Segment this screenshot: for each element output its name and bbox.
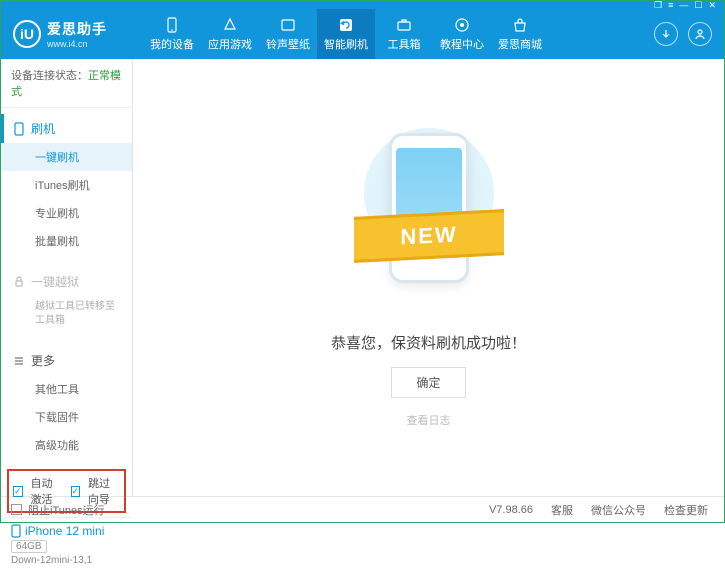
store-icon [511, 16, 529, 34]
jailbreak-note: 越狱工具已转移至 工具箱 [1, 296, 132, 334]
nav-store[interactable]: 爱思商城 [491, 9, 549, 59]
skip-guide-checkbox[interactable]: ✓ [71, 486, 81, 497]
sidebar-item-advanced[interactable]: 高级功能 [1, 431, 132, 459]
ok-button[interactable]: 确定 [391, 367, 465, 398]
maximize-icon[interactable]: ☐ [694, 0, 702, 11]
main-nav: 我的设备 应用游戏 铃声壁纸 智能刷机 工具箱 教程中心 爱思商城 [143, 9, 654, 59]
nav-ringtones[interactable]: 铃声壁纸 [259, 9, 317, 59]
minimize-icon[interactable]: — [679, 0, 688, 10]
logo: iU 爱思助手 www.i4.cn [13, 19, 143, 49]
sidebar-item-other-tools[interactable]: 其他工具 [1, 375, 132, 403]
header: iU 爱思助手 www.i4.cn 我的设备 应用游戏 铃声壁纸 智能刷机 工具… [1, 9, 724, 59]
new-badge: NEW [354, 209, 504, 263]
check-update-link[interactable]: 检查更新 [658, 502, 714, 518]
connection-status: 设备连接状态：正常模式 [1, 59, 132, 108]
nav-toolbox[interactable]: 工具箱 [375, 9, 433, 59]
sidebar-item-download-firmware[interactable]: 下载固件 [1, 403, 132, 431]
main-content: NEW 恭喜您，保资料刷机成功啦！ 确定 查看日志 [133, 59, 724, 496]
sidebar-item-itunes-flash[interactable]: iTunes刷机 [1, 171, 132, 199]
sidebar-head-more[interactable]: 更多 [1, 346, 132, 375]
close-icon[interactable]: ✕ [708, 0, 716, 11]
apps-icon [221, 16, 239, 34]
app-title: 爱思助手 [47, 19, 107, 39]
device-firmware: Down-12mini-13,1 [11, 555, 122, 566]
sidebar-item-oneclick-flash[interactable]: 一键刷机 [1, 143, 132, 171]
success-message: 恭喜您，保资料刷机成功啦！ [331, 332, 526, 353]
sidebar-item-batch-flash[interactable]: 批量刷机 [1, 227, 132, 255]
sidebar-head-flash[interactable]: 刷机 [1, 114, 132, 143]
toolbox-icon [395, 16, 413, 34]
auto-activate-checkbox[interactable]: ✓ [13, 486, 23, 497]
lock-icon [13, 276, 25, 288]
nav-apps[interactable]: 应用游戏 [201, 9, 259, 59]
menu-icon [13, 355, 25, 367]
device-name-label: iPhone 12 mini [25, 524, 104, 538]
phone-icon [13, 122, 25, 136]
success-illustration: NEW [354, 128, 504, 318]
sidebar: 设备连接状态：正常模式 刷机 一键刷机 iTunes刷机 专业刷机 批量刷机 一… [1, 59, 133, 496]
window-titlebar: ❐ ≡ — ☐ ✕ [1, 1, 724, 9]
sidebar-item-pro-flash[interactable]: 专业刷机 [1, 199, 132, 227]
wechat-link[interactable]: 微信公众号 [585, 502, 652, 518]
tutorial-icon [453, 16, 471, 34]
phone-icon [11, 524, 21, 538]
download-button[interactable] [654, 22, 678, 46]
device-capacity: 64GB [11, 540, 47, 553]
logo-icon: iU [13, 20, 41, 48]
app-url: www.i4.cn [47, 39, 107, 49]
flash-icon [337, 16, 355, 34]
nav-flash[interactable]: 智能刷机 [317, 9, 375, 59]
phone-icon [163, 16, 181, 34]
block-itunes-checkbox[interactable] [11, 504, 22, 515]
nav-my-device[interactable]: 我的设备 [143, 9, 201, 59]
wallpaper-icon [279, 16, 297, 34]
view-log-link[interactable]: 查看日志 [407, 412, 451, 428]
nav-tutorials[interactable]: 教程中心 [433, 9, 491, 59]
titlebar-btn[interactable]: ≡ [668, 0, 673, 10]
user-button[interactable] [688, 22, 712, 46]
device-info[interactable]: iPhone 12 mini 64GB Down-12mini-13,1 [1, 517, 132, 572]
sidebar-head-jailbreak: 一键越狱 [1, 267, 132, 296]
customer-service-link[interactable]: 客服 [545, 502, 579, 518]
titlebar-btn[interactable]: ❐ [654, 0, 662, 11]
block-itunes-label: 阻止iTunes运行 [28, 502, 105, 518]
header-actions [654, 22, 712, 46]
version-label: V7.98.66 [483, 504, 539, 516]
